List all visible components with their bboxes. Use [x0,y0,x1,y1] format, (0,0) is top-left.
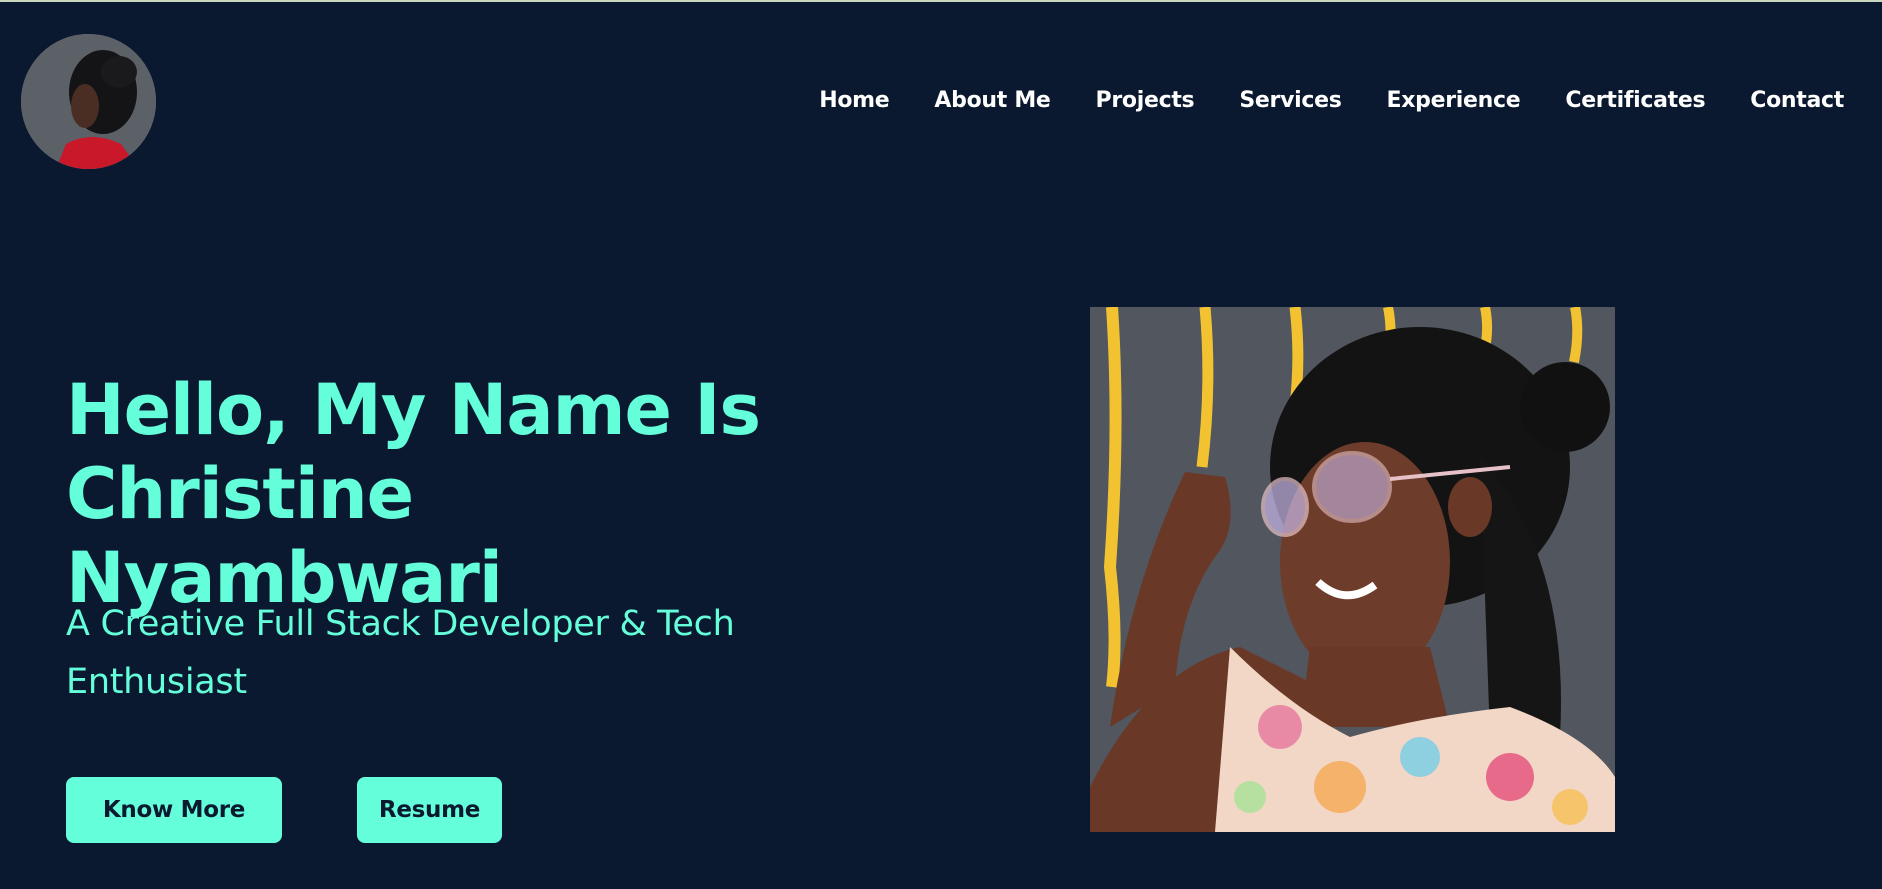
hero-title: Hello, My Name Is Christine Nyambwari [66,368,866,620]
nav-services[interactable]: Services [1239,88,1341,113]
hero-title-line1: Hello, My Name Is [66,369,761,451]
nav-about-me[interactable]: About Me [934,88,1050,113]
nav-certificates[interactable]: Certificates [1565,88,1705,113]
avatar-photo-icon [21,34,156,169]
nav-experience[interactable]: Experience [1387,88,1521,113]
nav-projects[interactable]: Projects [1096,88,1195,113]
hero-subtitle: A Creative Full Stack Developer & Tech E… [66,604,735,702]
nav-contact[interactable]: Contact [1750,88,1844,113]
logo-avatar[interactable] [21,34,156,169]
page: Home About Me Projects Services Experien… [0,0,1882,889]
nav-home[interactable]: Home [819,88,889,113]
main-nav: Home About Me Projects Services Experien… [819,88,1844,113]
resume-button[interactable]: Resume [357,777,502,843]
portrait-photo-icon [1090,307,1615,832]
hero-photo [1090,307,1615,832]
know-more-button[interactable]: Know More [66,777,282,843]
